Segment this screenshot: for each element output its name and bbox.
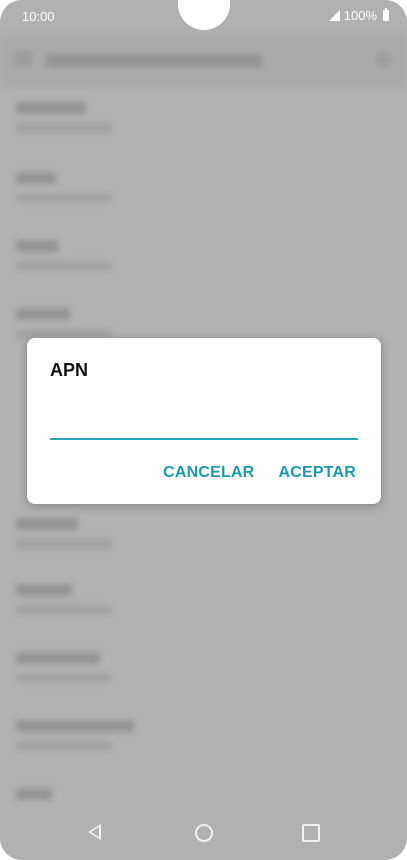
phone-screen: 10:00 100% APN CANCELAR ACEPTAR — [0, 0, 407, 860]
recents-icon[interactable] — [302, 824, 320, 842]
status-time: 10:00 — [22, 9, 55, 24]
battery-icon — [383, 8, 389, 21]
dialog-title: APN — [50, 360, 89, 380]
home-icon[interactable] — [195, 824, 213, 842]
dialog-actions: CANCELAR ACEPTAR — [163, 464, 356, 482]
cancel-button[interactable]: CANCELAR — [163, 464, 254, 482]
apn-dialog: APN CANCELAR ACEPTAR — [27, 338, 381, 504]
apn-input[interactable] — [50, 408, 358, 440]
accept-button[interactable]: ACEPTAR — [278, 464, 356, 482]
battery-percentage: 100% — [343, 8, 377, 23]
status-bar: 10:00 100% — [0, 0, 407, 32]
status-indicators: 100% — [328, 8, 389, 23]
navigation-bar — [0, 806, 407, 860]
signal-icon — [328, 10, 340, 21]
back-icon[interactable] — [88, 824, 101, 840]
